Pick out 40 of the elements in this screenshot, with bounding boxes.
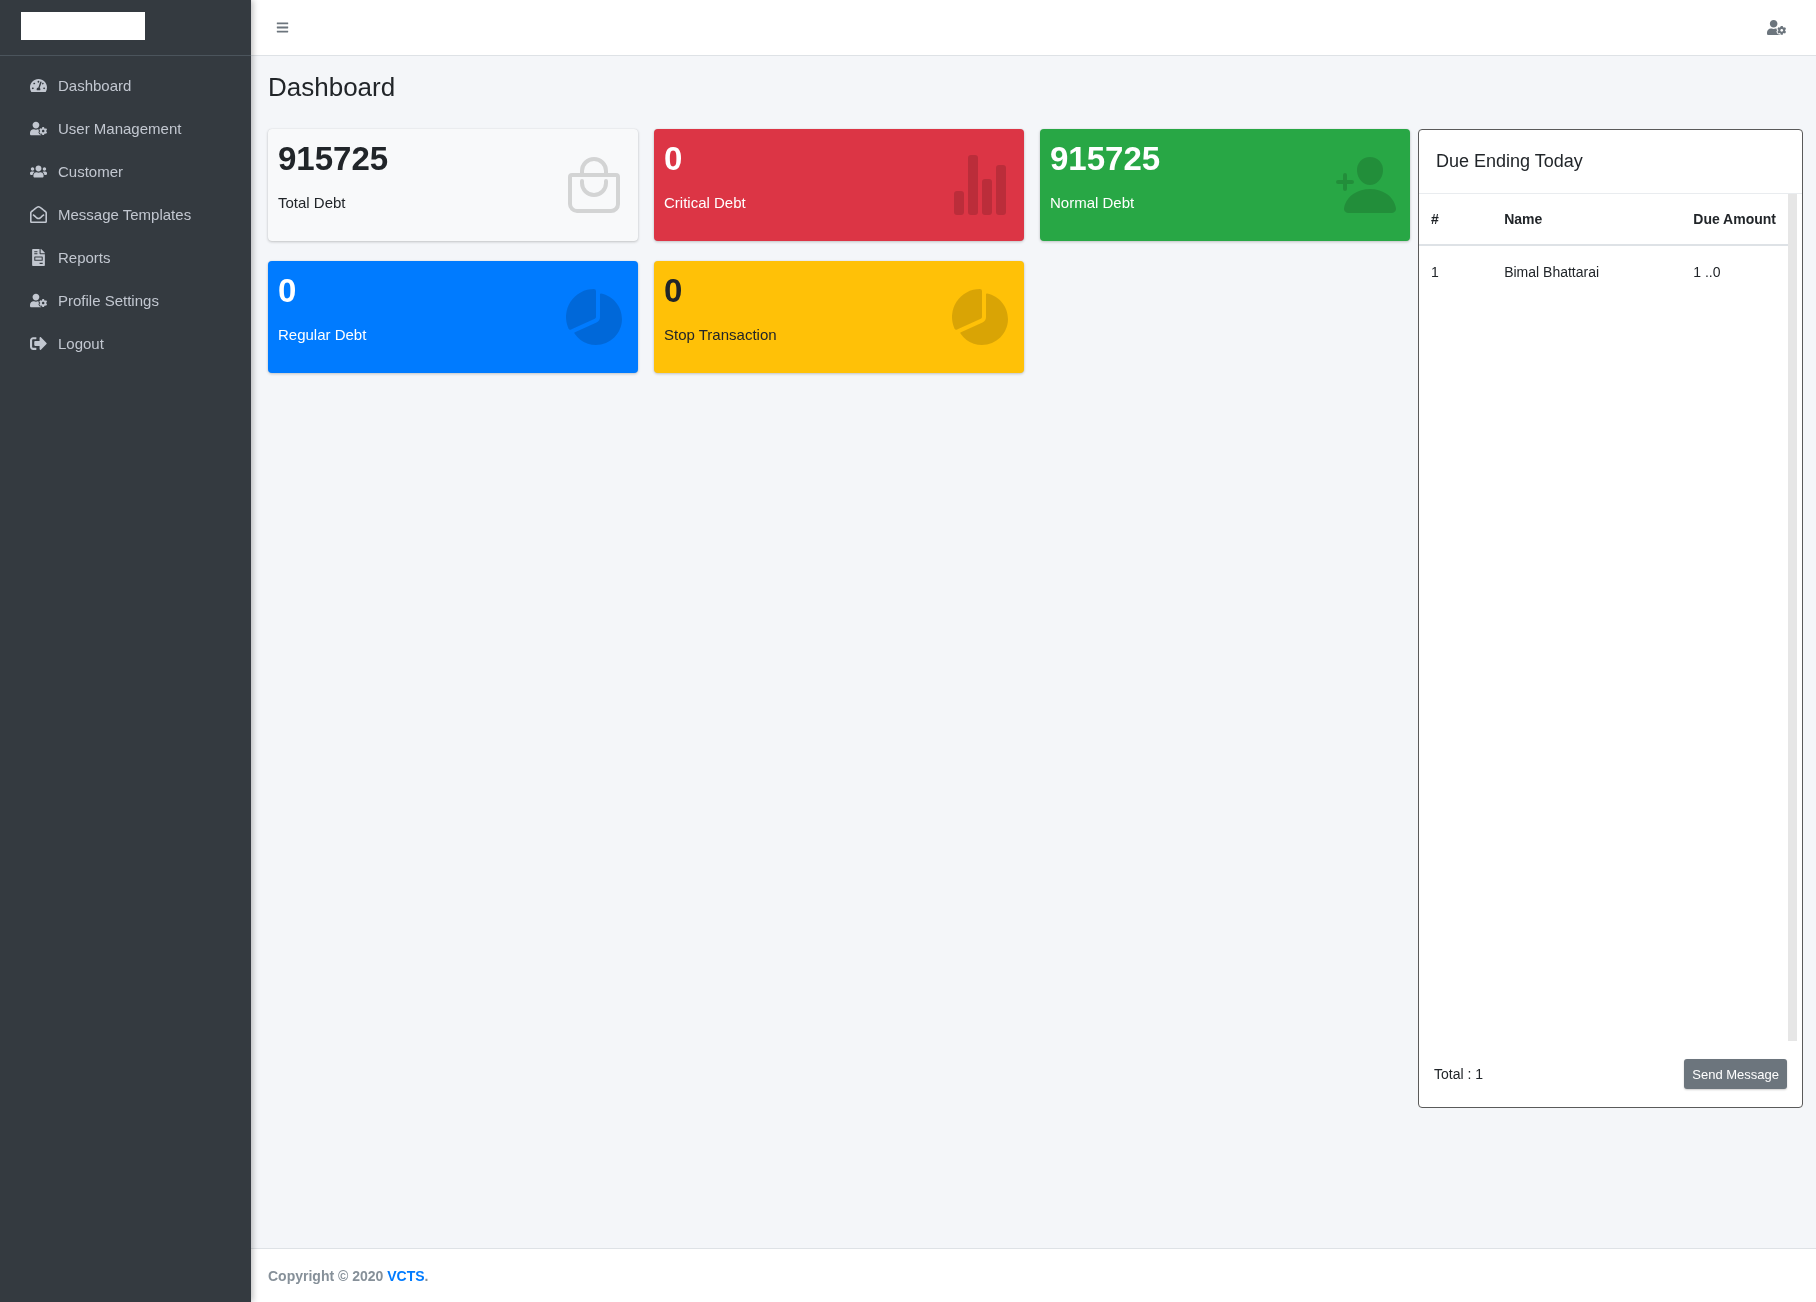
column-header: # <box>1419 194 1493 245</box>
stat-value: 915725 <box>1050 139 1161 179</box>
sidebar-item[interactable]: Customer <box>8 150 243 193</box>
menu-button[interactable] <box>276 21 289 34</box>
users-icon <box>29 163 47 180</box>
total-count: Total : 1 <box>1434 1066 1484 1082</box>
sidebar-item[interactable]: Logout <box>8 322 243 365</box>
stat-label: Total Debt <box>278 193 346 213</box>
column-header: Name <box>1492 194 1682 245</box>
stat-value: 0 <box>664 139 683 179</box>
page-title: Dashboard <box>268 71 396 104</box>
sidebar-item[interactable]: Profile Settings <box>8 279 243 322</box>
stat-value: 0 <box>664 271 683 311</box>
user-gear-icon <box>1767 18 1786 37</box>
table-cell: 1 <box>1419 245 1493 298</box>
sidebar-item[interactable]: Reports <box>8 236 243 279</box>
user-settings-button[interactable] <box>1767 18 1786 37</box>
stat-label: Normal Debt <box>1050 193 1135 213</box>
document-icon <box>29 249 47 266</box>
stat-value: 915725 <box>278 139 389 179</box>
send-message-button[interactable]: Send Message <box>1684 1059 1787 1089</box>
stat-value: 0 <box>278 271 297 311</box>
table-cell: 1 ..0 <box>1681 245 1788 298</box>
sidebar-item[interactable]: Dashboard <box>8 64 243 107</box>
user-gear-icon <box>29 292 47 309</box>
envelope-icon <box>29 206 47 223</box>
sidebar-item[interactable]: Message Templates <box>8 193 243 236</box>
table-cell: Bimal Bhattarai <box>1492 245 1682 298</box>
menu-icon <box>276 21 289 34</box>
copyright-text: Copyright © 2020 VCTS. <box>268 1267 429 1284</box>
stat-label: Stop Transaction <box>664 325 777 345</box>
gauge-icon <box>29 77 47 94</box>
scrollbar[interactable] <box>1788 194 1797 1041</box>
vcts-link[interactable]: VCTS <box>387 1267 425 1284</box>
user-gear-icon <box>29 120 47 137</box>
stat-label: Critical Debt <box>664 193 746 213</box>
exit-icon <box>29 335 47 352</box>
stat-label: Regular Debt <box>278 325 367 345</box>
sidebar-item[interactable]: User Management <box>8 107 243 150</box>
panel-title: Due Ending Today <box>1436 151 1583 172</box>
